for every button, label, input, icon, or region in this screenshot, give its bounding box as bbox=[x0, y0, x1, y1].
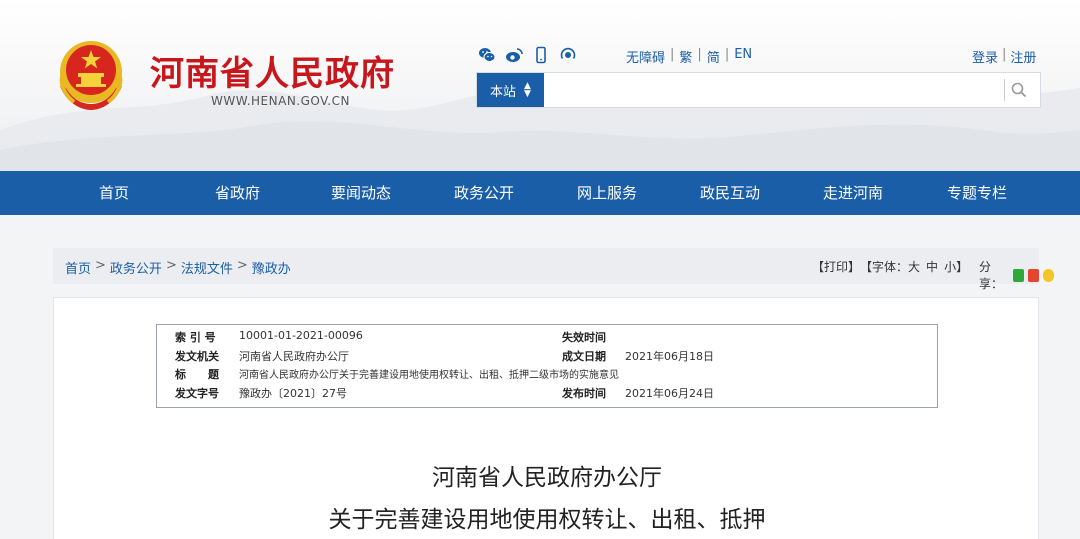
publish-date-label: 发布时间 bbox=[562, 387, 606, 400]
index-number-label: 索 引 号 bbox=[175, 331, 216, 344]
breadcrumb-home[interactable]: 首页 bbox=[65, 258, 91, 277]
share-label: 分享： bbox=[979, 260, 1004, 291]
breadcrumb-bar: 首页 > 政务公开 > 法规文件 > 豫政办 【打印】 【字体： 大 中 小 】… bbox=[53, 248, 1055, 291]
site-title[interactable]: 河南省人民政府 bbox=[150, 46, 395, 95]
font-large-button[interactable]: 大 bbox=[908, 258, 920, 275]
font-size-prefix: 【字体： bbox=[860, 260, 909, 274]
breadcrumb-separator: > bbox=[95, 258, 106, 273]
nav-item-about-henan[interactable]: 走进河南 bbox=[823, 171, 883, 215]
accessibility-links: 无障碍 | 繁 | 简 | EN bbox=[626, 47, 752, 66]
subject-value: 河南省人民政府办公厅关于完善建设用地使用权转让、出租、抵押二级市场的实施意见 bbox=[239, 370, 619, 381]
separator: | bbox=[1002, 47, 1007, 62]
nav-item-home[interactable]: 首页 bbox=[99, 171, 129, 215]
metadata-row: 发文机关 河南省人民政府办公厅 成文日期 2021年06月18日 bbox=[157, 348, 937, 366]
breadcrumb: 首页 > 政务公开 > 法规文件 > 豫政办 bbox=[65, 258, 291, 277]
wechat-icon[interactable] bbox=[478, 46, 496, 64]
search-button[interactable] bbox=[1004, 79, 1032, 101]
simplified-chinese-link[interactable]: 简 bbox=[707, 47, 720, 66]
document-title-line-2: 关于完善建设用地使用权转让、出租、抵押 bbox=[328, 507, 766, 533]
document-metadata-table: 索 引 号 10001-01-2021-00096 失效时间 发文机关 河南省人… bbox=[156, 324, 938, 408]
nav-item-online-services[interactable]: 网上服务 bbox=[577, 171, 637, 215]
site-header: 河南省人民政府 WWW.HENAN.GOV.CN 无障碍 | 繁 | 简 | E… bbox=[0, 0, 1080, 171]
breadcrumb-yuzhengban[interactable]: 豫政办 bbox=[252, 258, 291, 277]
sort-arrows-icon: ▲ ▼ bbox=[524, 81, 531, 99]
weibo-icon[interactable] bbox=[505, 46, 523, 64]
issuer-value: 河南省人民政府办公厅 bbox=[239, 350, 349, 363]
search-input[interactable] bbox=[545, 73, 985, 107]
publish-date-value: 2021年06月24日 bbox=[625, 387, 714, 400]
font-medium-button[interactable]: 中 bbox=[926, 258, 938, 275]
accessible-link[interactable]: 无障碍 bbox=[626, 47, 665, 66]
separator: | bbox=[724, 47, 730, 62]
article-content: 索 引 号 10001-01-2021-00096 失效时间 发文机关 河南省人… bbox=[53, 297, 1039, 539]
site-url: WWW.HENAN.GOV.CN bbox=[211, 94, 350, 108]
created-date-label: 成文日期 bbox=[562, 350, 606, 363]
nav-item-special-topics[interactable]: 专题专栏 bbox=[947, 171, 1007, 215]
breadcrumb-separator: > bbox=[236, 258, 248, 273]
font-size-suffix: 】 bbox=[956, 260, 969, 274]
search-icon bbox=[1011, 82, 1026, 98]
breadcrumb-regulations[interactable]: 法规文件 bbox=[181, 258, 233, 277]
print-button[interactable]: 【打印】 bbox=[812, 258, 860, 275]
search-box: 本站 ▲ ▼ bbox=[476, 72, 1041, 108]
document-number-label: 发文字号 bbox=[175, 387, 219, 400]
podcast-icon[interactable] bbox=[559, 46, 577, 64]
share-qq-icon[interactable] bbox=[1043, 268, 1055, 282]
nav-item-government-affairs[interactable]: 政务公开 bbox=[454, 171, 514, 215]
share-wechat-icon[interactable] bbox=[1013, 268, 1025, 282]
issuer-label: 发文机关 bbox=[175, 350, 219, 363]
separator: | bbox=[697, 47, 702, 62]
metadata-row: 索 引 号 10001-01-2021-00096 失效时间 bbox=[157, 329, 937, 347]
index-number-value: 10001-01-2021-00096 bbox=[239, 329, 363, 342]
nav-item-interaction[interactable]: 政民互动 bbox=[700, 171, 760, 215]
share-tools: 分享： bbox=[979, 258, 1055, 292]
national-emblem-icon bbox=[59, 41, 123, 110]
created-date-value: 2021年06月18日 bbox=[625, 350, 714, 363]
page-tools: 【打印】 【字体： 大 中 小 】 bbox=[812, 258, 968, 275]
separator: | bbox=[670, 47, 675, 62]
document-number-value: 豫政办〔2021〕27号 bbox=[239, 387, 347, 400]
main-nav: 首页 省政府 要闻动态 政务公开 网上服务 政民互动 走进河南 专题专栏 bbox=[0, 171, 1080, 215]
expire-date-label: 失效时间 bbox=[562, 331, 606, 344]
share-weibo-icon[interactable] bbox=[1028, 268, 1040, 282]
breadcrumb-government-affairs[interactable]: 政务公开 bbox=[110, 258, 162, 277]
english-link[interactable]: EN bbox=[734, 47, 752, 66]
font-small-button[interactable]: 小 bbox=[944, 258, 956, 275]
mobile-icon[interactable] bbox=[532, 46, 550, 64]
account-links: 登录 | 注册 bbox=[972, 47, 1036, 66]
metadata-row: 发文字号 豫政办〔2021〕27号 发布时间 2021年06月24日 bbox=[157, 385, 937, 403]
nav-item-news[interactable]: 要闻动态 bbox=[331, 171, 391, 215]
subject-label: 标 题 bbox=[175, 368, 219, 381]
metadata-row: 标 题 河南省人民政府办公厅关于完善建设用地使用权转让、出租、抵押二级市场的实施… bbox=[157, 366, 937, 384]
register-link[interactable]: 注册 bbox=[1010, 47, 1036, 66]
traditional-chinese-link[interactable]: 繁 bbox=[679, 47, 692, 66]
login-link[interactable]: 登录 bbox=[972, 47, 998, 66]
search-scope-select[interactable]: 本站 ▲ ▼ bbox=[477, 73, 544, 107]
nav-item-provincial-government[interactable]: 省政府 bbox=[215, 171, 260, 215]
search-scope-label: 本站 bbox=[490, 84, 517, 100]
breadcrumb-separator: > bbox=[165, 258, 177, 273]
document-title-line-1: 河南省人民政府办公厅 bbox=[432, 465, 662, 491]
social-links bbox=[478, 46, 577, 64]
